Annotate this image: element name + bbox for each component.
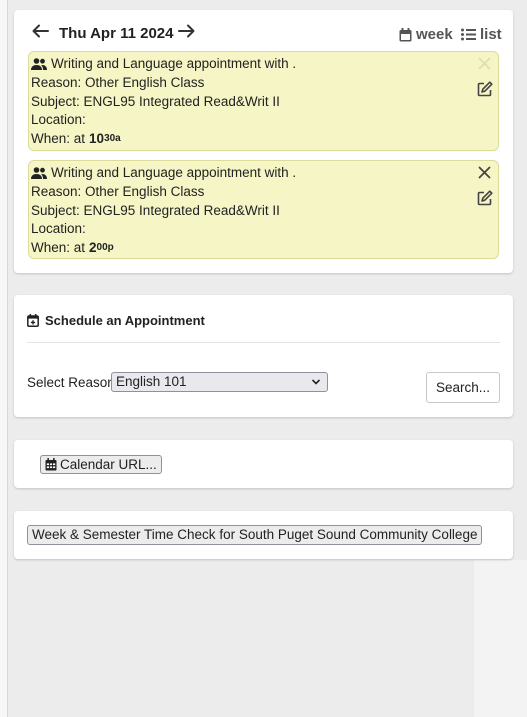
users-icon: [31, 167, 47, 180]
users-icon: [31, 58, 47, 71]
select-reason-label: Select Reason: [27, 375, 115, 390]
chevron-down-icon: [311, 374, 321, 395]
appointment-location: Location:: [31, 221, 86, 237]
list-icon: [461, 28, 476, 41]
appointment-time-hour: 10: [89, 131, 105, 147]
appointment-title-row: Writing and Language appointment with .: [31, 164, 498, 183]
appointment-time-hour: 2: [89, 240, 97, 256]
arrow-left-icon[interactable]: [32, 24, 49, 41]
list-view-label: list: [480, 26, 502, 43]
appointment-subject: Subject: ENGL95 Integrated Read&Writ II: [31, 93, 280, 109]
week-view-button[interactable]: week: [399, 26, 453, 43]
appointment-reason: Reason: Other English Class: [31, 74, 205, 90]
reason-select[interactable]: English 101: [111, 372, 328, 392]
reason-select-value: English 101: [116, 374, 187, 389]
search-button[interactable]: Search...: [426, 372, 500, 403]
appointment-when: When: at 2 00p: [31, 239, 498, 258]
appointment-when-prefix: When: at: [31, 240, 86, 256]
left-frame-edge: [0, 0, 8, 717]
list-view-button[interactable]: list: [461, 26, 502, 43]
calendar-url-card: Calendar URL...: [14, 440, 513, 488]
schedule-card: Schedule an Appointment Select Reason En…: [14, 295, 513, 417]
close-icon[interactable]: [478, 57, 491, 76]
calendar-header: Thu Apr 11 2024 week list: [14, 10, 513, 54]
calendar-icon: [45, 458, 57, 471]
schedule-heading: Schedule an Appointment: [27, 313, 205, 328]
right-gutter: [474, 560, 527, 717]
appointment-reason: Reason: Other English Class: [31, 183, 205, 199]
appointment-when: When: at 10 30a: [31, 130, 498, 149]
divider: [27, 342, 500, 343]
appointment-location: Location:: [31, 112, 86, 128]
calendar-icon: [399, 27, 412, 41]
appointment-card[interactable]: Writing and Language appointment with . …: [28, 160, 499, 259]
calendar-plus-icon: [27, 314, 39, 327]
appointment-card[interactable]: Writing and Language appointment with . …: [28, 51, 499, 151]
appointment-title-row: Writing and Language appointment with .: [31, 55, 498, 74]
appointment-time-suffix: 00p: [96, 242, 114, 254]
appointment-title: Writing and Language appointment with .: [51, 165, 297, 180]
schedule-title: Schedule an Appointment: [45, 313, 205, 328]
calendar-url-label: Calendar URL...: [60, 457, 157, 472]
edit-icon[interactable]: [477, 81, 493, 103]
edit-icon[interactable]: [477, 190, 493, 212]
week-view-label: week: [416, 26, 453, 43]
appointment-time-suffix: 30a: [104, 133, 121, 145]
arrow-right-icon[interactable]: [178, 24, 195, 41]
time-check-button[interactable]: Week & Semester Time Check for South Pug…: [27, 525, 483, 545]
time-check-card: Week & Semester Time Check for South Pug…: [14, 511, 513, 559]
appointment-subject: Subject: ENGL95 Integrated Read&Writ II: [31, 202, 280, 218]
appointment-when-prefix: When: at: [31, 131, 86, 147]
calendar-card: Thu Apr 11 2024 week list Writing and La…: [14, 10, 513, 273]
close-icon[interactable]: [478, 166, 491, 185]
appointment-title: Writing and Language appointment with .: [51, 56, 297, 71]
calendar-date-title: Thu Apr 11 2024: [59, 25, 174, 42]
calendar-url-button[interactable]: Calendar URL...: [40, 455, 162, 474]
